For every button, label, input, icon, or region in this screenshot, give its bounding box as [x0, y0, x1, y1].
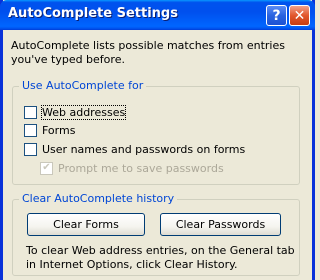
prompt-save-passwords-option: ✔ Prompt me to save passwords: [40, 160, 224, 176]
help-icon: ?: [272, 7, 281, 24]
help-button[interactable]: ?: [266, 5, 287, 26]
window-title: AutoComplete Settings: [8, 6, 178, 21]
intro-text: AutoComplete lists possible matches from…: [11, 39, 285, 66]
title-bar[interactable]: AutoComplete Settings ? ✕: [0, 0, 315, 30]
checkmark-icon: ✔: [42, 162, 51, 173]
prompt-save-passwords-checkbox: ✔: [40, 161, 53, 175]
forms-option[interactable]: Forms: [24, 122, 75, 138]
prompt-save-passwords-label: Prompt me to save passwords: [58, 161, 224, 175]
clear-history-note: To clear Web address entries, on the Gen…: [26, 244, 295, 271]
clear-passwords-button[interactable]: Clear Passwords: [160, 213, 281, 236]
web-addresses-label[interactable]: Web addresses: [40, 104, 127, 120]
usernames-passwords-checkbox[interactable]: [24, 142, 37, 156]
use-autocomplete-legend: Use AutoComplete for: [19, 79, 147, 92]
usernames-passwords-label[interactable]: User names and passwords on forms: [42, 143, 245, 156]
clear-forms-button[interactable]: Clear Forms: [27, 213, 145, 236]
forms-label[interactable]: Forms: [42, 124, 75, 137]
close-button[interactable]: ✕: [289, 5, 310, 26]
web-addresses-option[interactable]: Web addresses: [24, 104, 127, 120]
forms-checkbox[interactable]: [24, 123, 37, 137]
clear-history-legend: Clear AutoComplete history: [19, 192, 178, 205]
web-addresses-checkbox[interactable]: [24, 105, 37, 119]
close-icon: ✕: [293, 7, 306, 24]
usernames-passwords-option[interactable]: User names and passwords on forms: [24, 141, 245, 157]
